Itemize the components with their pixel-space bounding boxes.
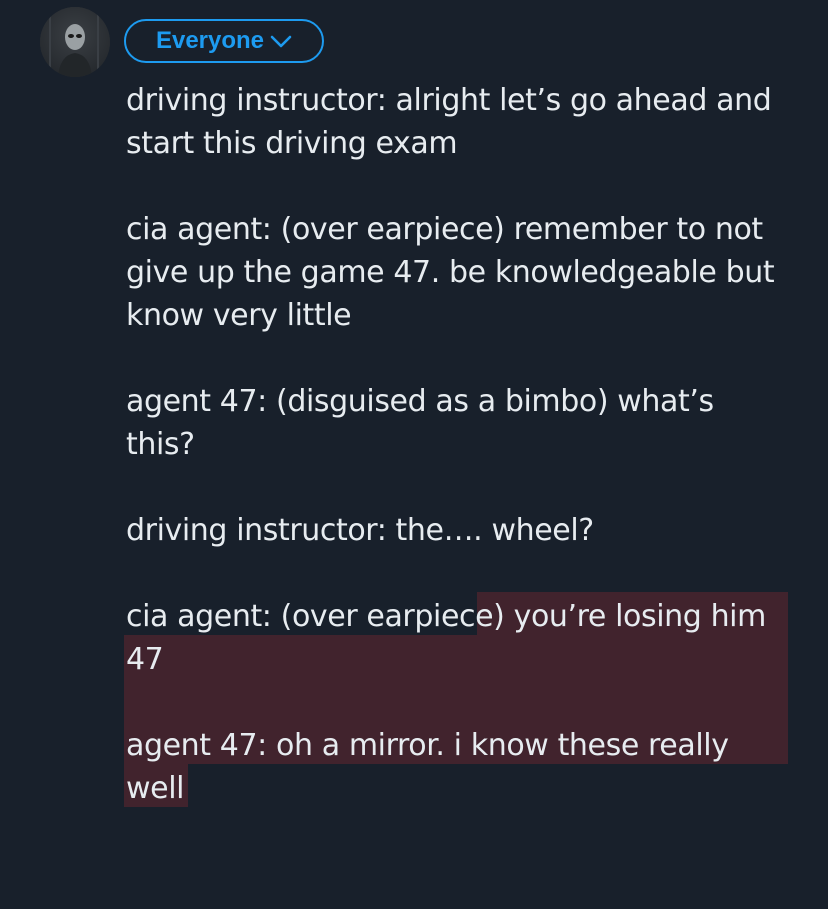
tweet-text-area[interactable]: driving instructor: alright let’s go ahe… <box>126 79 786 810</box>
tweet-paragraph: driving instructor: the…. wheel? <box>126 513 594 548</box>
avatar-image <box>40 7 110 77</box>
audience-selector-button[interactable]: Everyone <box>124 19 324 63</box>
tweet-paragraph: agent 47: oh a mirror. i know these real… <box>126 728 729 806</box>
tweet-paragraph: driving instructor: alright let’s go ahe… <box>126 83 772 161</box>
tweet-paragraph: cia agent: (over earpiece) remember to n… <box>126 212 775 333</box>
tweet-paragraph: cia agent: (over earpiece) you’re losing… <box>126 599 766 677</box>
chevron-down-icon <box>270 35 292 47</box>
avatar[interactable] <box>40 7 110 77</box>
audience-selector-label: Everyone <box>155 27 265 54</box>
tweet-paragraph: agent 47: (disguised as a bimbo) what’s … <box>126 384 714 462</box>
